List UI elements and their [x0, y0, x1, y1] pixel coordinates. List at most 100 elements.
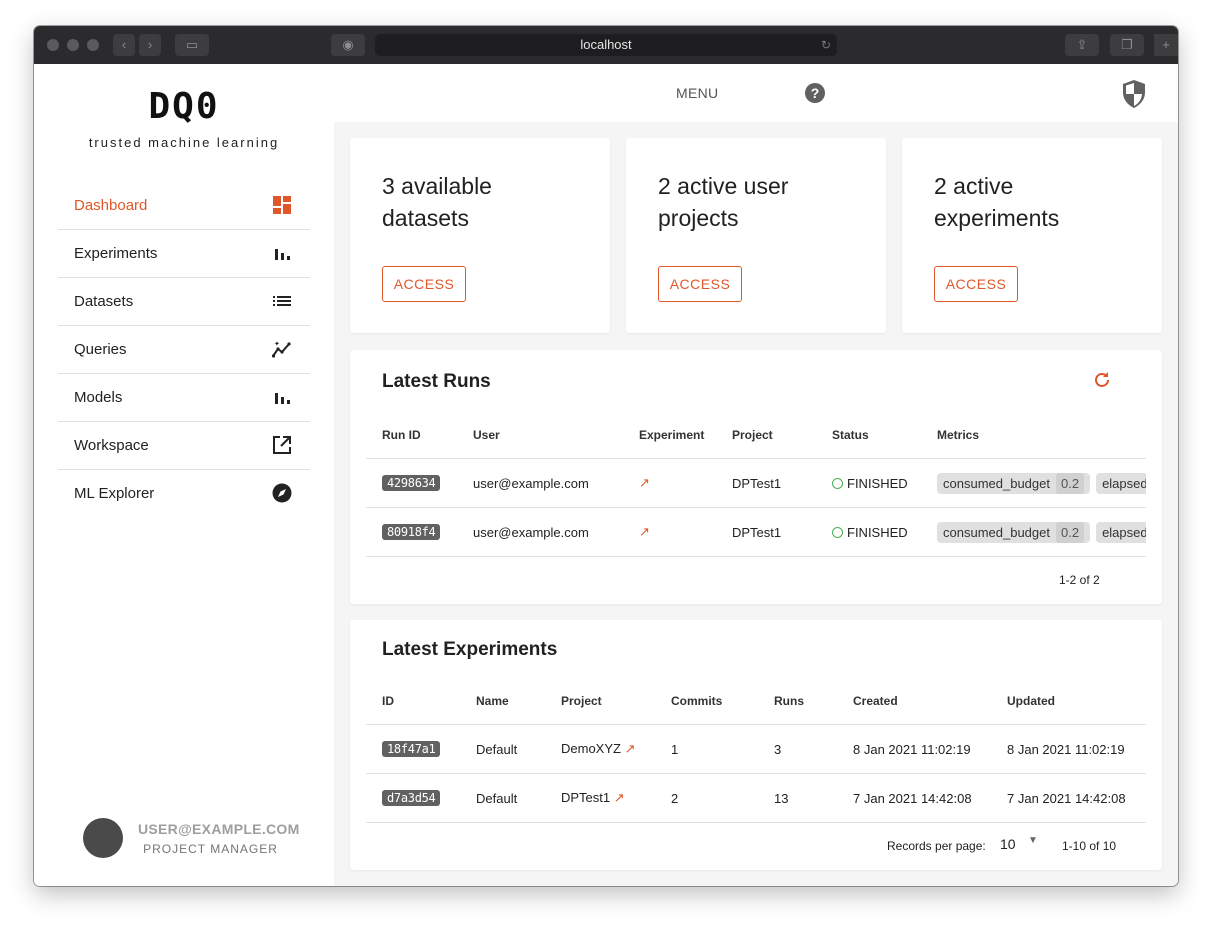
metric-value: 0.2 [1055, 472, 1085, 494]
experiments-pagination: 1-10 of 10 [1062, 839, 1117, 853]
table-row[interactable]: 80918f4 user@example.com ↗ DPTest1 FINIS… [366, 507, 1146, 557]
plus-icon: + [1162, 37, 1170, 52]
table-row[interactable]: 4298634 user@example.com ↗ DPTest1 FINIS… [366, 458, 1146, 508]
minimize-window-button[interactable] [67, 39, 79, 51]
experiment-id-chip[interactable]: d7a3d54 [382, 790, 441, 806]
table-row[interactable]: 18f47a1 Default DemoXYZ ↗ 1 3 8 Jan 2021… [366, 724, 1146, 774]
column-header[interactable]: User [473, 412, 639, 459]
avatar[interactable] [83, 818, 123, 858]
check-circle-icon [832, 477, 843, 489]
metric-name: elapsed [1102, 524, 1146, 540]
column-header[interactable]: Metrics [937, 412, 1146, 459]
column-header[interactable]: Experiment [639, 412, 732, 459]
sidebar-item-ml-explorer[interactable]: ML Explorer [58, 470, 310, 517]
forward-button[interactable]: › [139, 34, 161, 56]
share-button[interactable]: ⇪ [1065, 34, 1099, 56]
sidebar-item-label: Experiments [74, 245, 158, 262]
column-header[interactable]: Run ID [366, 412, 473, 459]
list-icon [273, 296, 291, 306]
sidebar-item-queries[interactable]: Queries ✦ [58, 326, 310, 374]
sidebar-item-dashboard[interactable]: Dashboard [58, 182, 310, 230]
stat-card-datasets: 3 available datasets ACCESS [350, 138, 610, 333]
experiment-name: Default [476, 724, 561, 774]
run-id-chip[interactable]: 80918f4 [382, 524, 441, 540]
run-id-chip[interactable]: 4298634 [382, 475, 441, 491]
compass-icon [272, 483, 292, 503]
chevron-down-icon: ▼ [1028, 835, 1038, 846]
tabs-icon: ❐ [1121, 37, 1133, 52]
sidebar: DQ0 trusted machine learning Dashboard E… [34, 64, 334, 886]
experiment-project[interactable]: DPTest1 [561, 790, 610, 805]
experiment-commits: 1 [671, 724, 774, 774]
column-header[interactable]: Updated [1007, 678, 1146, 725]
help-icon[interactable]: ? [805, 83, 825, 103]
privacy-report-button[interactable]: ◉ [331, 34, 365, 56]
records-per-page-select[interactable]: 10 ▼ [1000, 835, 1042, 852]
access-datasets-button[interactable]: ACCESS [382, 266, 466, 302]
metric-name: elapsed [1102, 475, 1146, 491]
sidebar-toggle-button[interactable]: ▭ [175, 34, 209, 56]
sidebar-item-label: Datasets [74, 293, 134, 310]
browser-window: ‹ › ▭ ◉ localhost ↻ ⇪ ❐ + DQ0 trusted ma… [34, 26, 1178, 886]
back-button[interactable]: ‹ [113, 34, 135, 56]
column-header[interactable]: Commits [671, 678, 774, 725]
sidebar-item-models[interactable]: Models [58, 374, 310, 422]
sidebar-nav: Dashboard Experiments Datasets Queries ✦… [58, 182, 310, 517]
metric-name: consumed_budget [943, 475, 1050, 491]
experiment-project[interactable]: DemoXYZ [561, 741, 621, 756]
table-row[interactable]: d7a3d54 Default DPTest1 ↗ 2 13 7 Jan 202… [366, 773, 1146, 823]
new-tab-button[interactable]: + [1154, 34, 1178, 56]
stat-title: 2 active experiments [934, 173, 1060, 231]
sidebar-item-label: Queries [74, 341, 127, 358]
column-header[interactable]: Status [832, 412, 937, 459]
url-text: localhost [580, 37, 632, 52]
experiment-runs: 13 [774, 773, 853, 823]
menu-button[interactable]: MENU [676, 85, 718, 101]
experiment-id-chip[interactable]: 18f47a1 [382, 741, 441, 757]
access-projects-button[interactable]: ACCESS [658, 266, 742, 302]
arrow-up-right-icon[interactable]: ↗ [614, 790, 625, 805]
column-header[interactable]: Project [732, 412, 832, 459]
app-logo[interactable]: DQ0 [34, 86, 334, 127]
tabs-overview-button[interactable]: ❐ [1110, 34, 1144, 56]
insights-icon: ✦ [272, 340, 291, 358]
reload-icon[interactable]: ↻ [821, 34, 831, 56]
arrow-up-right-icon[interactable]: ↗ [639, 475, 650, 490]
stat-title: 2 active user projects [658, 173, 789, 231]
records-per-page-value: 10 [1000, 836, 1016, 852]
check-circle-icon [832, 526, 843, 538]
svg-text:✦: ✦ [274, 340, 280, 348]
close-window-button[interactable] [47, 39, 59, 51]
open-in-new-icon [273, 436, 291, 454]
experiment-created: 7 Jan 2021 14:42:08 [853, 773, 1007, 823]
arrow-up-right-icon[interactable]: ↗ [639, 524, 650, 539]
share-icon: ⇪ [1076, 37, 1088, 52]
column-header[interactable]: ID [366, 678, 476, 725]
zoom-window-button[interactable] [87, 39, 99, 51]
sidebar-item-label: ML Explorer [74, 485, 155, 502]
records-per-page-label: Records per page: [887, 839, 986, 853]
column-header[interactable]: Name [476, 678, 561, 725]
sidebar-item-datasets[interactable]: Datasets [58, 278, 310, 326]
experiment-created: 8 Jan 2021 11:02:19 [853, 724, 1007, 774]
sidebar-item-experiments[interactable]: Experiments [58, 230, 310, 278]
address-bar[interactable]: localhost ↻ [375, 34, 837, 56]
shield-icon[interactable] [1121, 79, 1147, 109]
latest-runs-title: Latest Runs [382, 371, 491, 392]
bar-chart-icon [275, 249, 290, 260]
access-experiments-button[interactable]: ACCESS [934, 266, 1018, 302]
sidebar-item-label: Models [74, 389, 123, 406]
stat-card-experiments: 2 active experiments ACCESS [902, 138, 1162, 333]
stat-title: 3 available datasets [382, 173, 492, 231]
arrow-up-right-icon[interactable]: ↗ [625, 741, 636, 756]
refresh-icon[interactable] [1092, 370, 1112, 390]
run-status: FINISHED [847, 475, 908, 491]
column-header[interactable]: Created [853, 678, 1007, 725]
metric-chip: elapsed [1096, 472, 1146, 494]
column-header[interactable]: Project [561, 678, 671, 725]
sidebar-item-label: Workspace [74, 437, 149, 454]
run-project: DPTest1 [732, 507, 832, 557]
column-header[interactable]: Runs [774, 678, 853, 725]
metric-name: consumed_budget [943, 524, 1050, 540]
sidebar-item-workspace[interactable]: Workspace [58, 422, 310, 470]
